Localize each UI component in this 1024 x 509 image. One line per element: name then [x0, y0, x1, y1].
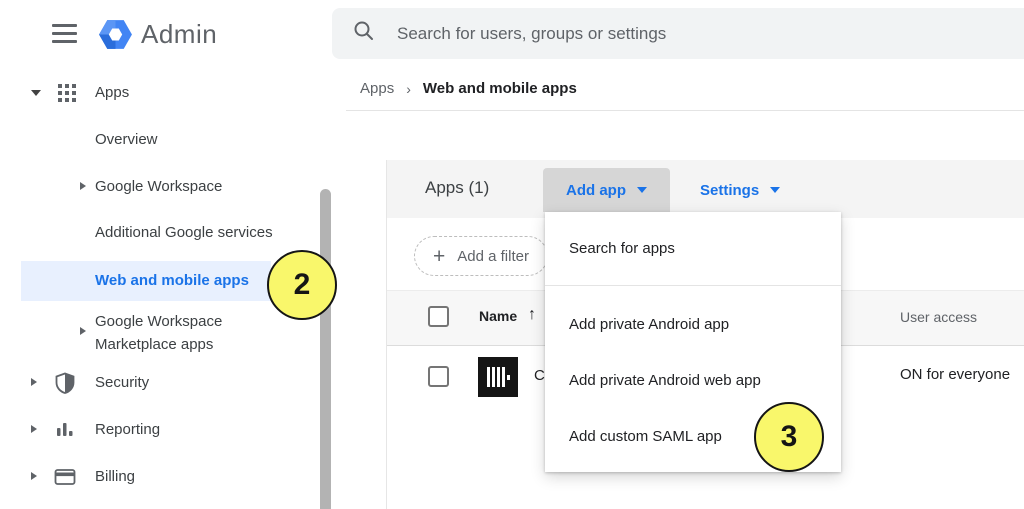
column-header-name[interactable]: Name	[479, 308, 517, 324]
add-filter-chip[interactable]: + Add a filter	[414, 236, 548, 276]
add-app-button[interactable]: Add app	[543, 168, 670, 212]
sort-ascending-icon[interactable]: ↑	[528, 306, 536, 324]
security-shield-icon	[54, 372, 76, 399]
breadcrumb-separator: ›	[406, 81, 411, 97]
plus-icon: +	[433, 246, 445, 267]
chevron-right-icon	[80, 327, 86, 335]
menu-item-add-private-android-app[interactable]: Add private Android app	[545, 296, 841, 352]
chevron-right-icon	[31, 472, 37, 480]
add-filter-label: Add a filter	[457, 248, 529, 265]
chevron-down-icon	[31, 90, 41, 96]
breadcrumb-apps-link[interactable]: Apps	[360, 80, 394, 97]
chevron-down-icon	[770, 187, 780, 193]
sidebar-item-reporting[interactable]: Reporting	[95, 420, 160, 440]
select-all-checkbox[interactable]	[428, 306, 449, 327]
settings-button[interactable]: Settings	[700, 168, 780, 212]
sidebar-item-apps[interactable]: Apps	[95, 83, 129, 103]
chevron-down-icon	[637, 187, 647, 193]
annotation-step-3: 3	[754, 402, 824, 472]
brand-title: Admin	[141, 19, 217, 50]
sidebar-item-web-and-mobile-apps[interactable]: Web and mobile apps	[95, 271, 249, 291]
apps-count-label: Apps (1)	[425, 178, 489, 198]
search-input[interactable]	[397, 24, 957, 44]
chevron-right-icon	[31, 425, 37, 433]
sidebar-item-overview[interactable]: Overview	[95, 130, 158, 150]
admin-console-screen: Admin Apps › Web and mobile apps Apps Ov…	[0, 0, 1024, 509]
column-header-user-access: User access	[900, 309, 977, 325]
app-name-text[interactable]: C	[534, 367, 545, 384]
sidebar-item-additional-google-services[interactable]: Additional Google services	[95, 223, 273, 243]
billing-card-icon	[54, 467, 76, 492]
chevron-right-icon	[31, 378, 37, 386]
admin-logo-icon	[97, 16, 134, 58]
menu-item-search-for-apps[interactable]: Search for apps	[545, 212, 841, 285]
apps-grid-icon	[56, 82, 78, 109]
breadcrumb: Apps › Web and mobile apps	[360, 80, 577, 97]
app-logo-icon	[478, 357, 518, 402]
search-bar[interactable]	[332, 8, 1024, 59]
breadcrumb-current: Web and mobile apps	[423, 80, 577, 97]
sidebar-item-google-workspace[interactable]: Google Workspace	[95, 177, 222, 197]
menu-icon[interactable]	[52, 24, 77, 43]
menu-item-add-private-android-web-app[interactable]: Add private Android web app	[545, 352, 841, 408]
menu-divider	[545, 285, 841, 286]
sidebar-scrollbar[interactable]	[320, 189, 331, 509]
user-access-value: ON for everyone	[900, 366, 1010, 383]
sidebar-item-security[interactable]: Security	[95, 373, 149, 393]
sidebar-item-billing[interactable]: Billing	[95, 467, 135, 487]
breadcrumb-divider	[346, 110, 1024, 111]
chevron-right-icon	[80, 182, 86, 190]
search-icon	[353, 20, 375, 47]
row-checkbox[interactable]	[428, 366, 449, 387]
annotation-step-2: 2	[267, 250, 337, 320]
sidebar-item-marketplace-apps[interactable]: Google Workspace Marketplace apps	[95, 310, 265, 356]
reporting-chart-icon	[55, 420, 75, 445]
